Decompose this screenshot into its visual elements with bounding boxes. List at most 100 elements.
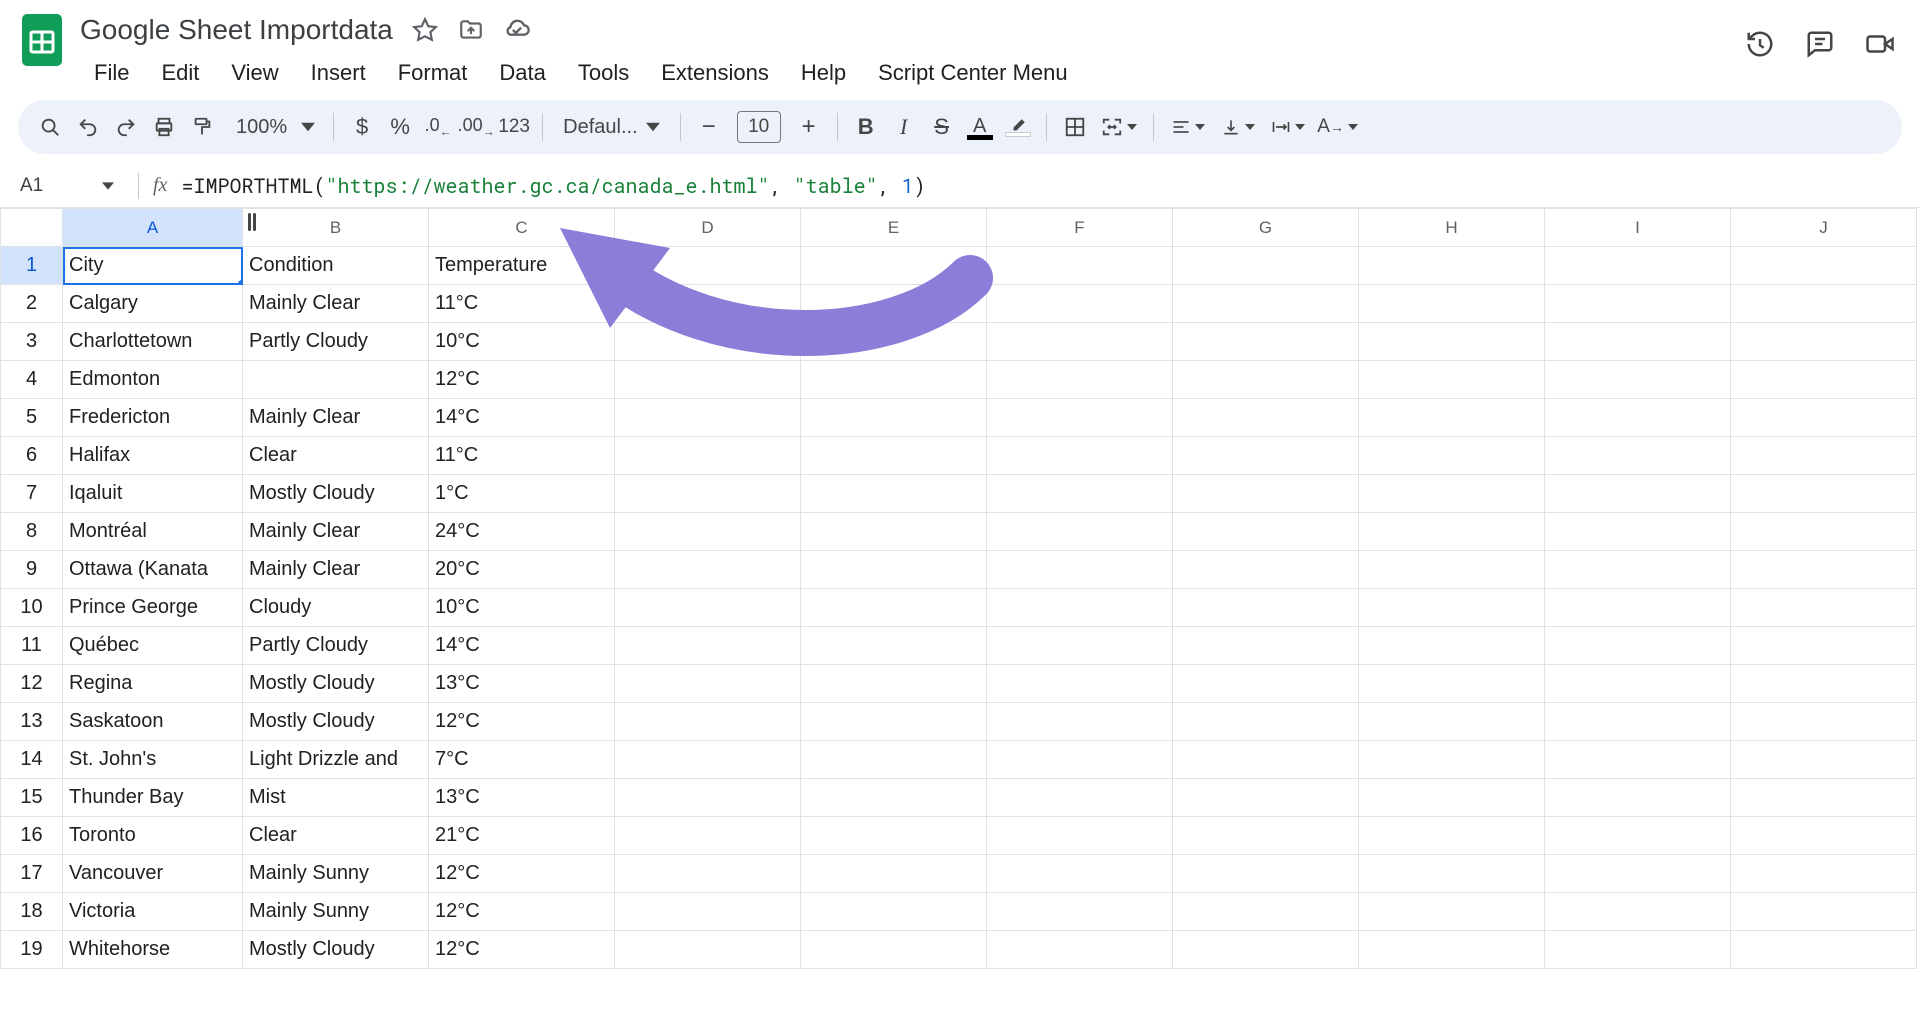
cell[interactable]: Temperature	[429, 247, 615, 285]
row-header[interactable]: 5	[1, 399, 63, 437]
cell[interactable]	[1545, 665, 1731, 703]
cell[interactable]	[1359, 285, 1545, 323]
cell[interactable]: Partly Cloudy	[243, 323, 429, 361]
menu-script-center[interactable]: Script Center Menu	[864, 54, 1082, 92]
row-header[interactable]: 15	[1, 779, 63, 817]
cell[interactable]	[801, 475, 987, 513]
cell[interactable]	[801, 551, 987, 589]
cell[interactable]: Light Drizzle and	[243, 741, 429, 779]
cell[interactable]	[1359, 703, 1545, 741]
redo-icon[interactable]	[108, 109, 144, 145]
cell[interactable]	[801, 627, 987, 665]
meet-icon[interactable]	[1864, 28, 1896, 60]
row-header[interactable]: 17	[1, 855, 63, 893]
move-folder-icon[interactable]	[457, 16, 485, 44]
cell[interactable]: Fredericton	[63, 399, 243, 437]
cell[interactable]	[1731, 893, 1917, 931]
cell[interactable]: Mostly Cloudy	[243, 703, 429, 741]
cell[interactable]	[987, 627, 1173, 665]
cell[interactable]	[1545, 551, 1731, 589]
row-header[interactable]: 9	[1, 551, 63, 589]
cell[interactable]: 10°C	[429, 589, 615, 627]
zoom-select[interactable]: 100%	[222, 116, 323, 139]
cell[interactable]	[1545, 627, 1731, 665]
cell[interactable]: Charlottetown	[63, 323, 243, 361]
cell[interactable]	[987, 513, 1173, 551]
cell[interactable]	[801, 437, 987, 475]
cell[interactable]	[615, 589, 801, 627]
column-header-f[interactable]: F	[987, 209, 1173, 247]
cell[interactable]	[1731, 703, 1917, 741]
cell[interactable]	[1545, 741, 1731, 779]
cell[interactable]: St. John's	[63, 741, 243, 779]
text-color-icon[interactable]: A	[962, 109, 998, 145]
cell[interactable]	[987, 665, 1173, 703]
row-header[interactable]: 13	[1, 703, 63, 741]
cell[interactable]	[1731, 475, 1917, 513]
cell[interactable]	[987, 475, 1173, 513]
cell[interactable]	[615, 285, 801, 323]
cell[interactable]	[987, 741, 1173, 779]
cell[interactable]: Vancouver	[63, 855, 243, 893]
column-header-b[interactable]: B	[243, 209, 429, 247]
cell[interactable]: Thunder Bay	[63, 779, 243, 817]
cell[interactable]	[801, 399, 987, 437]
cell[interactable]	[1731, 399, 1917, 437]
cell[interactable]	[1173, 361, 1359, 399]
cell[interactable]	[1731, 285, 1917, 323]
cell[interactable]	[1173, 855, 1359, 893]
grid-area[interactable]: A B C D E F G H I J 1CityConditionTemper…	[0, 208, 1920, 1020]
document-title[interactable]: Google Sheet Importdata	[80, 14, 393, 46]
cell[interactable]	[1173, 589, 1359, 627]
cell[interactable]	[1359, 247, 1545, 285]
increase-font-icon[interactable]: +	[791, 109, 827, 145]
row-header[interactable]: 14	[1, 741, 63, 779]
cell[interactable]: Mostly Cloudy	[243, 475, 429, 513]
cell[interactable]	[1731, 323, 1917, 361]
cell[interactable]	[1731, 855, 1917, 893]
cell[interactable]	[1359, 817, 1545, 855]
cell[interactable]: Mainly Sunny	[243, 893, 429, 931]
cell[interactable]	[1359, 323, 1545, 361]
cell[interactable]: Saskatoon	[63, 703, 243, 741]
cell[interactable]	[1173, 437, 1359, 475]
cell[interactable]	[1731, 247, 1917, 285]
name-box[interactable]: A1	[10, 175, 124, 197]
row-header[interactable]: 11	[1, 627, 63, 665]
percent-icon[interactable]: %	[382, 109, 418, 145]
cell[interactable]	[801, 665, 987, 703]
text-wrap-icon[interactable]	[1264, 109, 1312, 145]
cell[interactable]	[1731, 665, 1917, 703]
cell[interactable]: Clear	[243, 437, 429, 475]
cell[interactable]	[615, 551, 801, 589]
cell[interactable]	[1545, 285, 1731, 323]
bold-icon[interactable]: B	[848, 109, 884, 145]
cell[interactable]	[987, 817, 1173, 855]
cell[interactable]	[987, 323, 1173, 361]
strikethrough-icon[interactable]: S	[924, 109, 960, 145]
font-select[interactable]: Defaul...	[553, 116, 669, 139]
cell[interactable]	[801, 513, 987, 551]
cell[interactable]: Whitehorse	[63, 931, 243, 969]
cell[interactable]	[1173, 399, 1359, 437]
cell[interactable]	[801, 285, 987, 323]
cell[interactable]: Mainly Clear	[243, 513, 429, 551]
cell[interactable]	[1359, 741, 1545, 779]
cell[interactable]	[615, 893, 801, 931]
menu-format[interactable]: Format	[384, 54, 482, 92]
cell[interactable]	[1545, 589, 1731, 627]
cell[interactable]	[615, 247, 801, 285]
cell[interactable]	[1173, 513, 1359, 551]
column-header-g[interactable]: G	[1173, 209, 1359, 247]
cell[interactable]	[987, 589, 1173, 627]
cell[interactable]	[615, 855, 801, 893]
cell[interactable]: Toronto	[63, 817, 243, 855]
paint-format-icon[interactable]	[184, 109, 220, 145]
currency-icon[interactable]: $	[344, 109, 380, 145]
cell[interactable]	[1545, 247, 1731, 285]
cell[interactable]: 12°C	[429, 361, 615, 399]
cell[interactable]	[1545, 931, 1731, 969]
cell[interactable]	[987, 551, 1173, 589]
column-header-j[interactable]: J	[1731, 209, 1917, 247]
cell[interactable]	[1731, 589, 1917, 627]
